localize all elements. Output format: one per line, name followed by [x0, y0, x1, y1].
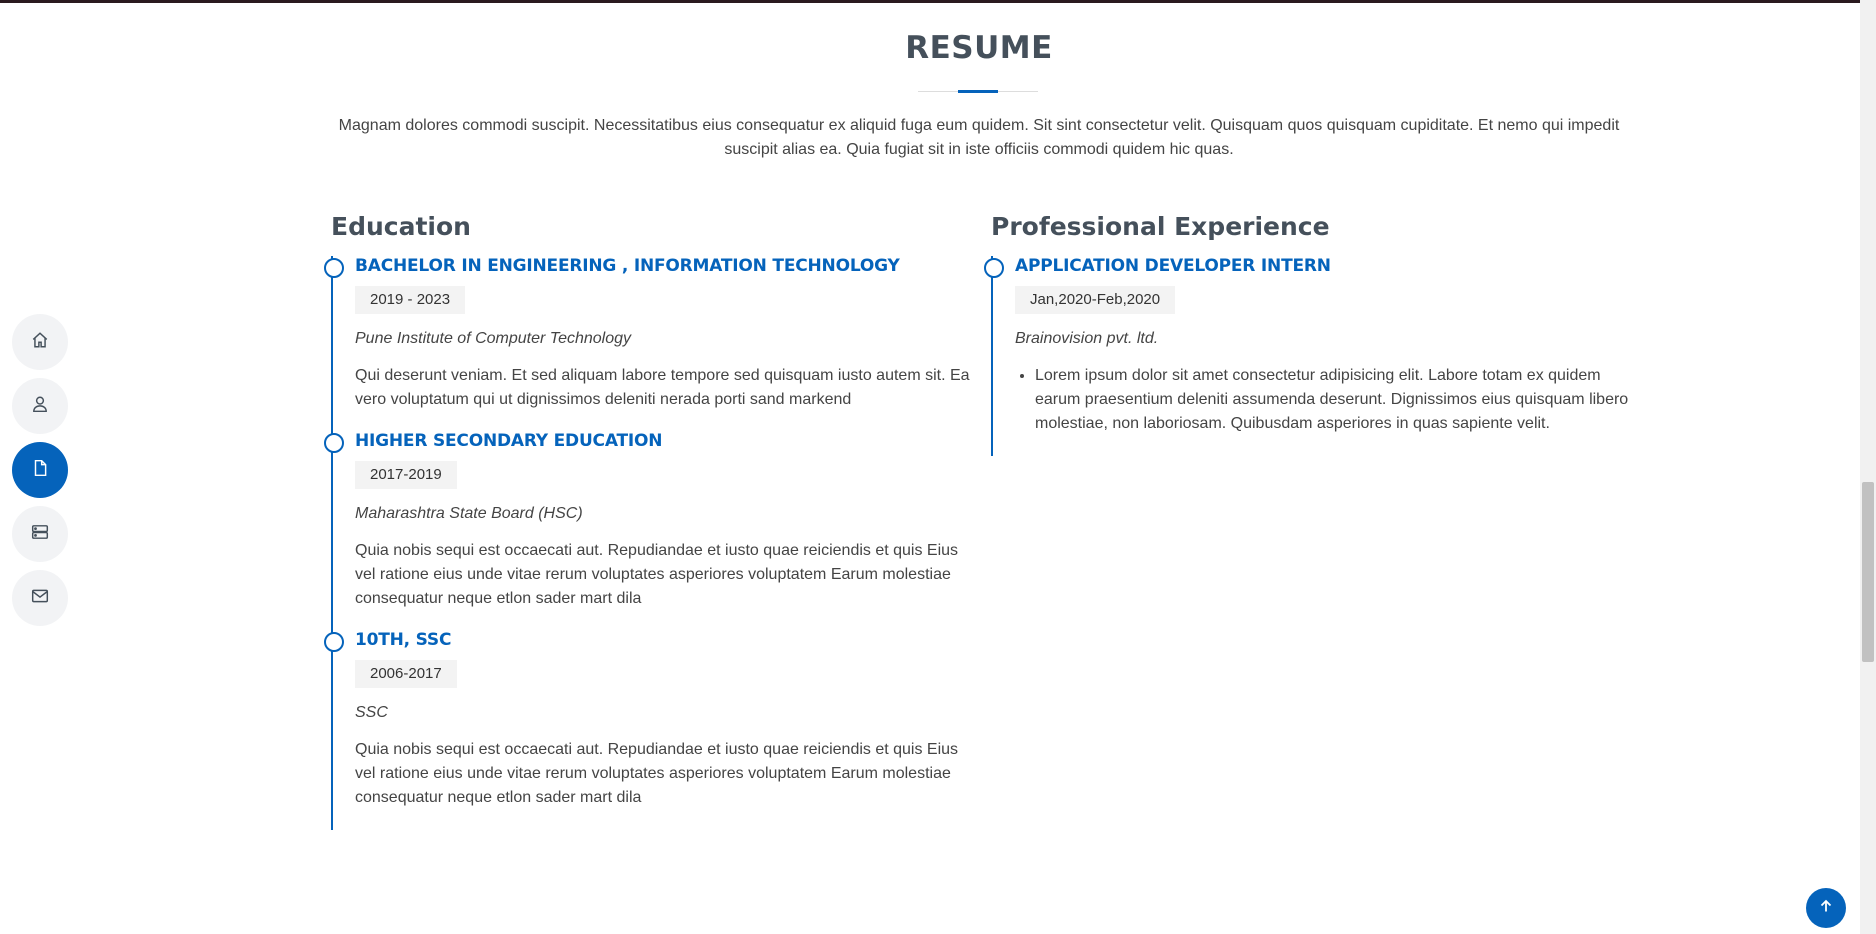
- item-title: 10TH, SSC: [355, 630, 452, 650]
- item-text: Qui deserunt veniam. Et sed aliquam labo…: [355, 367, 970, 408]
- item-org: SSC: [355, 704, 388, 721]
- item-text: Quia nobis sequi est occaecati aut. Repu…: [355, 741, 959, 806]
- arrow-up-icon: [1818, 898, 1834, 919]
- scrollbar-thumb[interactable]: [1862, 482, 1874, 662]
- experience-item: APPLICATION DEVELOPER INTERN Jan,2020-Fe…: [984, 256, 1631, 456]
- scrollbar[interactable]: [1860, 0, 1876, 934]
- nav-contact[interactable]: [12, 570, 68, 626]
- item-text: Quia nobis sequi est occaecati aut. Repu…: [355, 542, 959, 607]
- nav-resume[interactable]: [12, 442, 68, 498]
- experience-title: Professional Experience: [991, 212, 1330, 241]
- home-icon: [31, 331, 49, 354]
- page-title: RESUME: [905, 30, 1053, 66]
- item-date: 2019 - 2023: [355, 286, 466, 314]
- person-icon: [31, 395, 49, 418]
- item-title: BACHELOR IN ENGINEERING , INFORMATION TE…: [355, 256, 900, 276]
- item-date: 2006-2017: [355, 660, 457, 688]
- nav-services[interactable]: [12, 506, 68, 562]
- education-column: Education BACHELOR IN ENGINEERING , INFO…: [324, 212, 971, 830]
- item-date: Jan,2020-Feb,2020: [1015, 286, 1176, 314]
- server-icon: [31, 523, 49, 546]
- item-title: HIGHER SECONDARY EDUCATION: [355, 431, 663, 451]
- item-date: 2017-2019: [355, 461, 457, 489]
- education-item: 10TH, SSC 2006-2017 SSC Quia nobis sequi…: [324, 630, 971, 830]
- bullet-item: Lorem ipsum dolor sit amet consectetur a…: [1035, 364, 1631, 436]
- education-item: BACHELOR IN ENGINEERING , INFORMATION TE…: [324, 256, 971, 432]
- envelope-icon: [31, 587, 49, 610]
- nav-about[interactable]: [12, 378, 68, 434]
- experience-column: Professional Experience APPLICATION DEVE…: [984, 212, 1631, 456]
- back-to-top-button[interactable]: [1806, 888, 1846, 928]
- side-nav: [12, 314, 68, 634]
- section-description: Magnam dolores commodi suscipit. Necessi…: [338, 117, 1620, 158]
- education-title: Education: [331, 212, 471, 241]
- item-org: Pune Institute of Computer Technology: [355, 330, 632, 347]
- title-accent-bar: [958, 90, 998, 93]
- item-bullets: Lorem ipsum dolor sit amet consectetur a…: [1015, 364, 1631, 436]
- item-org: Brainovision pvt. ltd.: [1015, 330, 1159, 347]
- item-title: APPLICATION DEVELOPER INTERN: [1015, 256, 1331, 276]
- item-org: Maharashtra State Board (HSC): [355, 505, 583, 522]
- nav-home[interactable]: [12, 314, 68, 370]
- top-border: [0, 0, 1876, 3]
- education-item: HIGHER SECONDARY EDUCATION 2017-2019 Mah…: [324, 431, 971, 631]
- section-header: RESUME: [331, 30, 1627, 66]
- file-icon: [31, 459, 49, 482]
